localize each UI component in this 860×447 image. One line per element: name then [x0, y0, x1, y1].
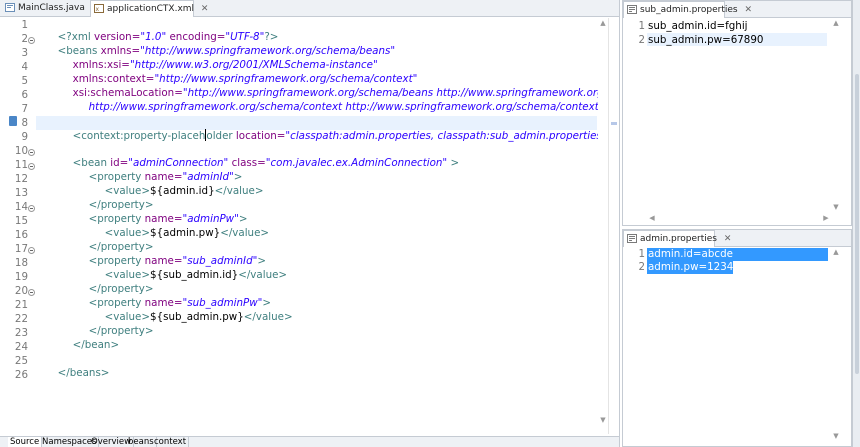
line-number: 21 [14, 299, 28, 311]
line-number: 6 [21, 89, 28, 101]
tab-label: applicationCTX.xml [107, 4, 195, 14]
editor-page-tabs: Source Namespaces Overview beans context [0, 436, 619, 447]
line-number: 15 [14, 215, 28, 227]
properties-tab-bar: admin.properties ✕ [623, 230, 851, 247]
close-icon[interactable]: ✕ [744, 5, 752, 15]
fold-toggle-icon[interactable] [28, 205, 35, 212]
tab-label: MainClass.java [18, 3, 85, 13]
line-number: 1 [638, 20, 645, 32]
vertical-scrollbar[interactable]: ▲ ▼ [831, 18, 841, 214]
line-number: 25 [14, 355, 28, 367]
line-number: 20 [14, 285, 28, 297]
scroll-up-icon[interactable]: ▲ [831, 19, 841, 27]
tab-context[interactable]: context [152, 437, 190, 447]
fold-toggle-icon[interactable] [28, 163, 35, 170]
line-number: 7 [21, 103, 28, 115]
close-icon[interactable]: ✕ [201, 4, 209, 14]
property-line: admin.pw=12345 [648, 261, 740, 273]
fold-toggle-icon[interactable] [28, 149, 35, 156]
line-number: 12 [14, 173, 28, 185]
line-number: 26 [14, 369, 28, 381]
scroll-down-icon[interactable]: ▼ [831, 203, 841, 211]
fold-toggle-icon[interactable] [28, 247, 35, 254]
code-line: </beans> [57, 367, 110, 379]
java-file-icon [5, 3, 15, 12]
line-number: 5 [21, 75, 28, 87]
line-number-gutter: 1 2 3 4 5 6 7 8 9 10 11 12 13 14 15 16 1… [0, 17, 36, 437]
scroll-up-icon[interactable]: ▲ [831, 248, 841, 256]
properties-tab-bar: sub_admin.properties ✕ [623, 1, 851, 18]
xml-editor-pane: MainClass.java x applicationCTX.xml ✕ 1 … [0, 0, 620, 447]
line-number: 11 [14, 159, 28, 171]
overview-ruler[interactable] [608, 18, 619, 434]
xml-file-icon: x [94, 4, 104, 13]
tab-sub-admin-properties[interactable]: sub_admin.properties ✕ [623, 1, 752, 18]
tab-source[interactable]: Source [8, 437, 43, 447]
line-number: 2 [638, 261, 645, 273]
editor-vertical-scrollbar[interactable]: ▲ ▼ [598, 18, 608, 434]
line-number: 2 [638, 34, 645, 46]
window-right-edge [852, 0, 860, 447]
close-icon[interactable]: ✕ [724, 234, 732, 244]
properties-file-icon [627, 5, 637, 14]
scroll-down-icon[interactable]: ▼ [598, 416, 608, 424]
admin-properties-pane: admin.properties ✕ 1 2 admin.id=abcde ad… [622, 229, 852, 447]
code-area[interactable]: <?xml version="1.0" encoding="UTF-8"?> <… [38, 17, 598, 437]
horizontal-scrollbar[interactable]: ◀ ▶ [647, 213, 831, 223]
line-number: 13 [14, 187, 28, 199]
vertical-scrollbar[interactable]: ▲ ▼ [831, 247, 841, 443]
scroll-left-icon[interactable]: ◀ [647, 214, 657, 222]
line-number: 10 [14, 145, 28, 157]
editor-tab-bar: MainClass.java x applicationCTX.xml ✕ [0, 0, 619, 17]
ruler-marker [611, 122, 617, 125]
line-number: 19 [14, 271, 28, 283]
line-number: 3 [21, 47, 28, 59]
side-handle[interactable] [855, 74, 859, 374]
tab-applicationctx-xml[interactable]: x applicationCTX.xml ✕ [90, 0, 208, 17]
tab-admin-properties[interactable]: admin.properties ✕ [623, 230, 731, 247]
tab-mainclass-java[interactable]: MainClass.java [2, 0, 90, 16]
line-number: 1 [21, 19, 28, 31]
line-number: 1 [638, 248, 645, 260]
scroll-down-icon[interactable]: ▼ [831, 432, 841, 440]
scroll-up-icon[interactable]: ▲ [598, 19, 608, 27]
properties-file-icon [627, 234, 637, 243]
property-line: sub_admin.id=fghij [648, 20, 748, 32]
sub-admin-properties-pane: sub_admin.properties ✕ 1 2 sub_admin.id=… [622, 0, 852, 226]
fold-toggle-icon[interactable] [28, 37, 35, 44]
svg-text:x: x [96, 6, 100, 13]
line-number: 4 [21, 61, 28, 73]
scroll-right-icon[interactable]: ▶ [821, 214, 831, 222]
line-number: 2 [21, 33, 28, 45]
line-number: 9 [21, 131, 28, 143]
line-number: 22 [14, 313, 28, 325]
line-number: 24 [14, 341, 28, 353]
properties-text-area[interactable]: 1 2 sub_admin.id=fghij sub_admin.pw=6789… [623, 19, 829, 209]
tab-label: sub_admin.properties [640, 5, 738, 15]
property-line: sub_admin.pw=67890 [648, 34, 764, 46]
fold-toggle-icon[interactable] [28, 289, 35, 296]
tab-label: admin.properties [640, 234, 717, 244]
bookmark-marker-icon [9, 116, 17, 126]
properties-text-area[interactable]: 1 2 admin.id=abcde admin.pw=12345 [623, 248, 829, 428]
line-number: 23 [14, 327, 28, 339]
line-number: 17 [14, 243, 28, 255]
property-line: admin.id=abcde [648, 248, 733, 260]
line-number: 16 [14, 229, 28, 241]
line-number: 14 [14, 201, 28, 213]
line-number: 18 [14, 257, 28, 269]
